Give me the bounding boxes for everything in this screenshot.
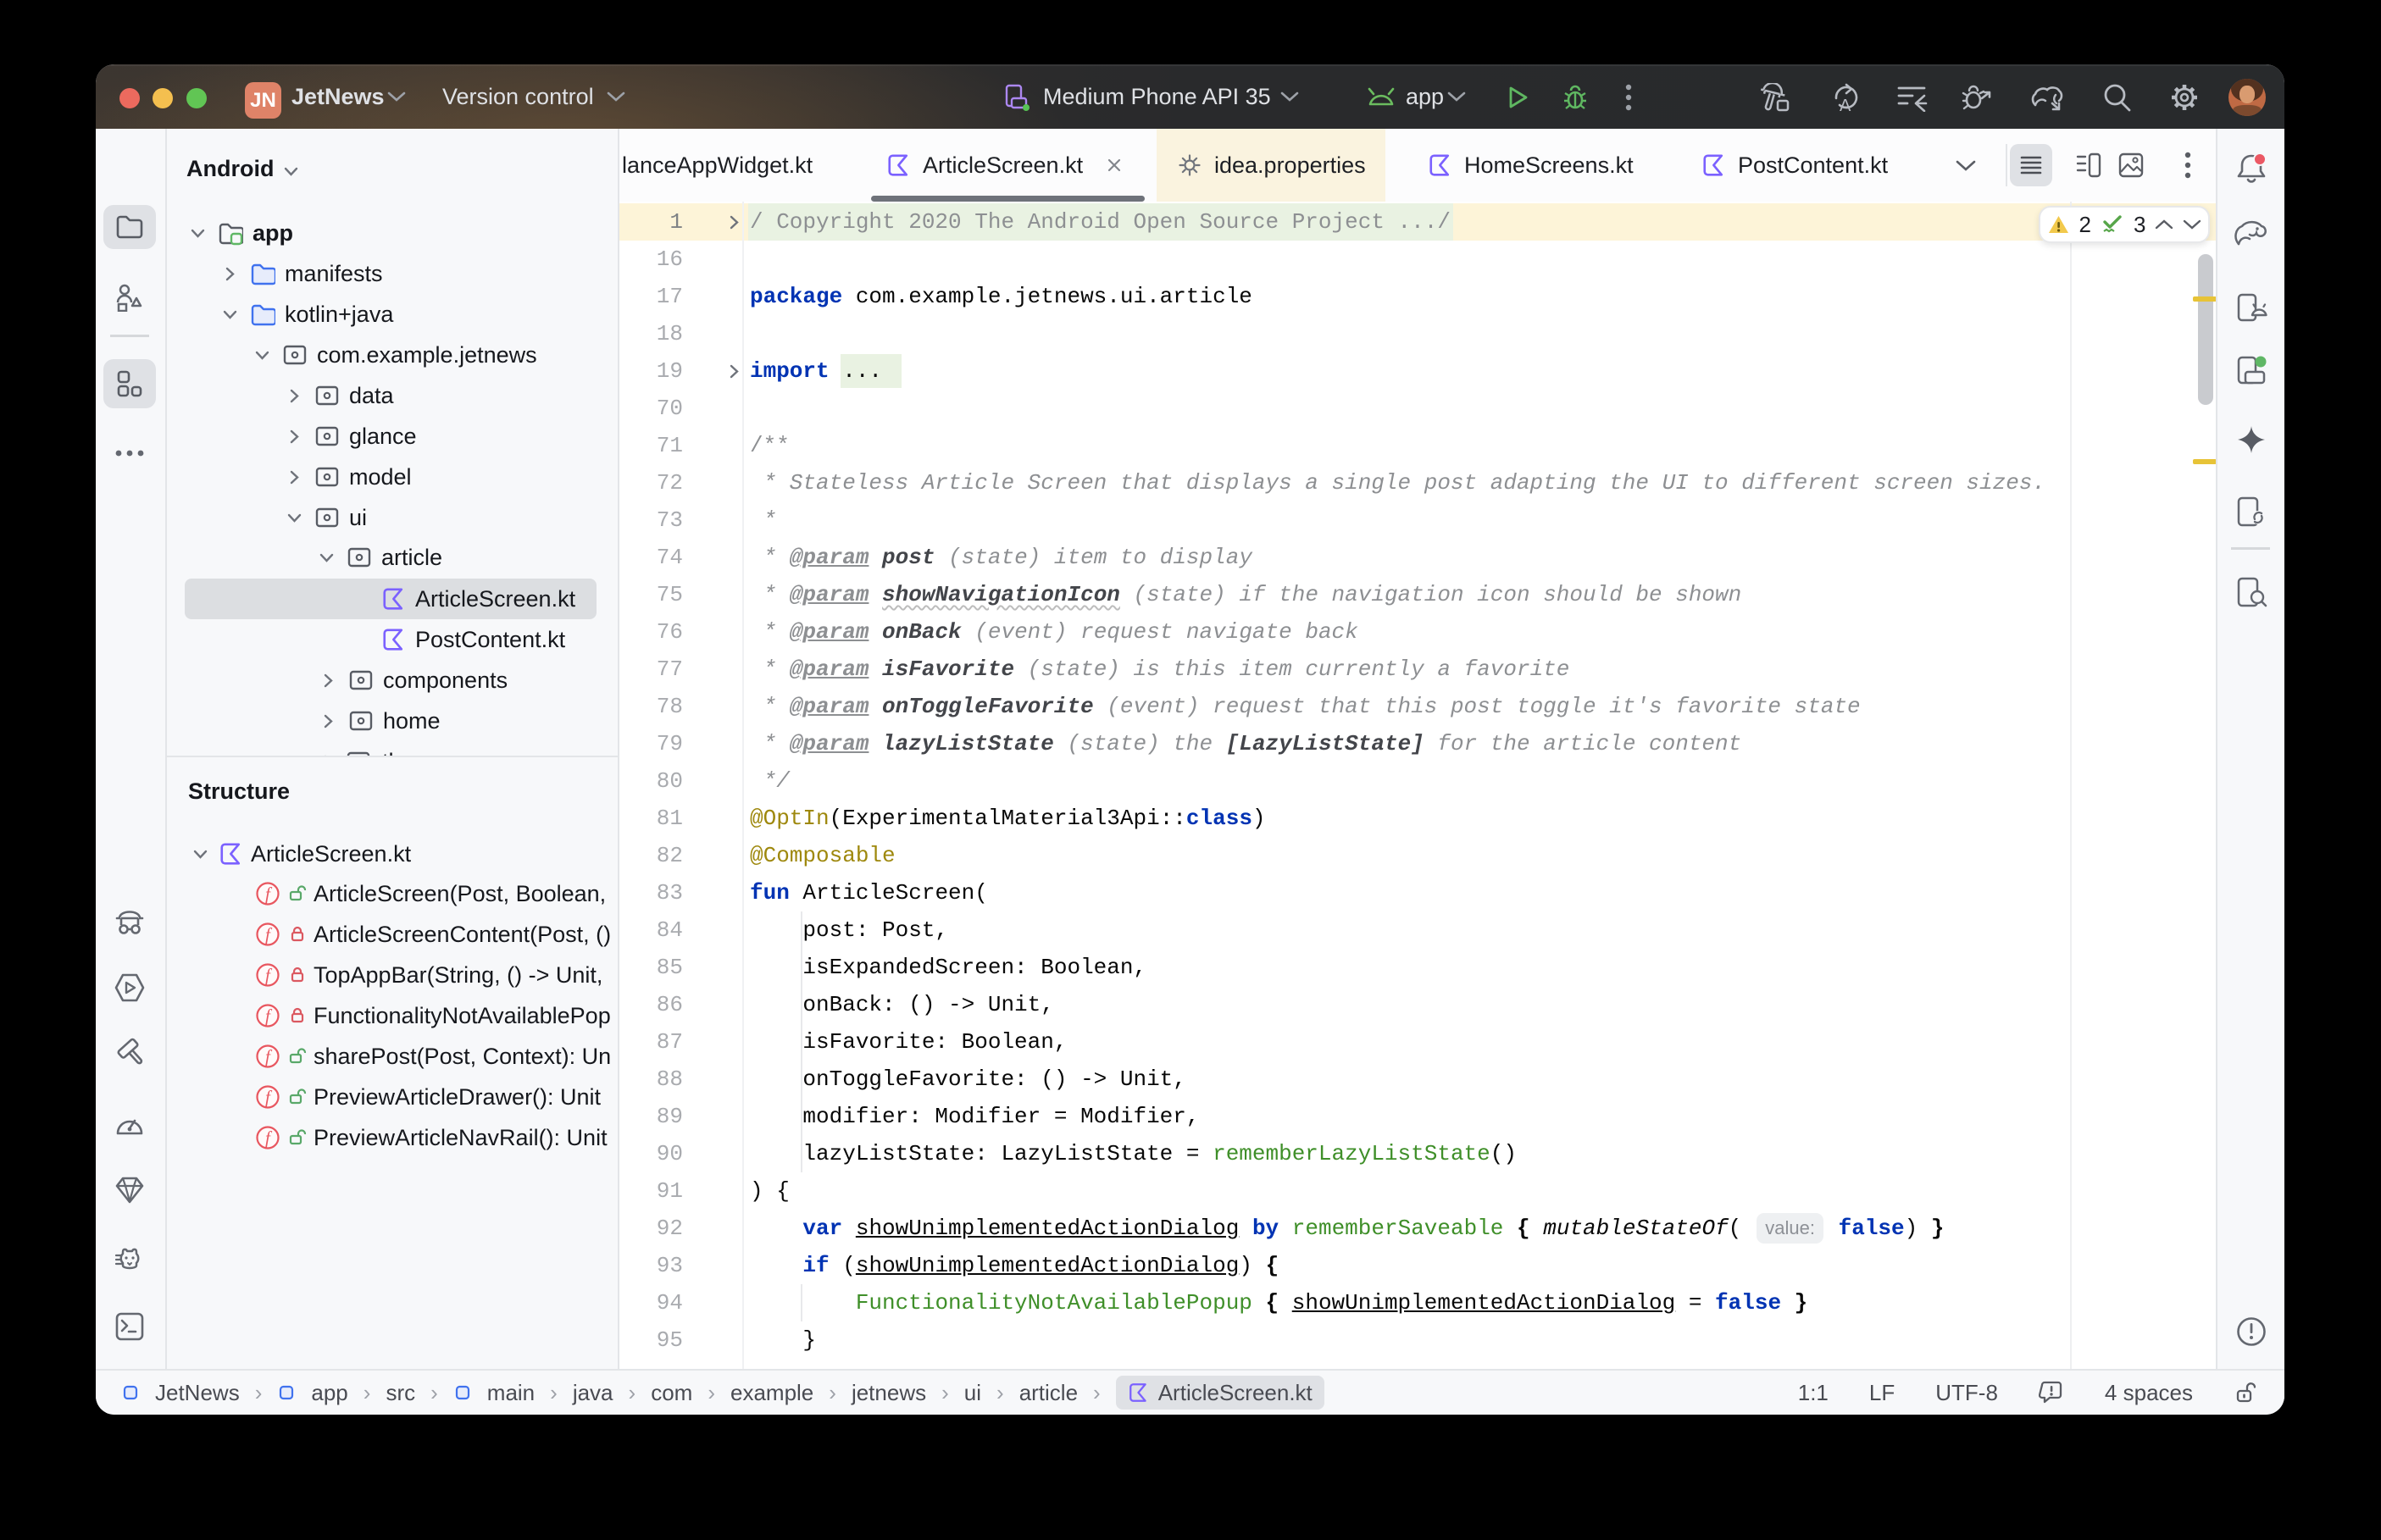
svg-text:A: A	[1840, 97, 1851, 112]
